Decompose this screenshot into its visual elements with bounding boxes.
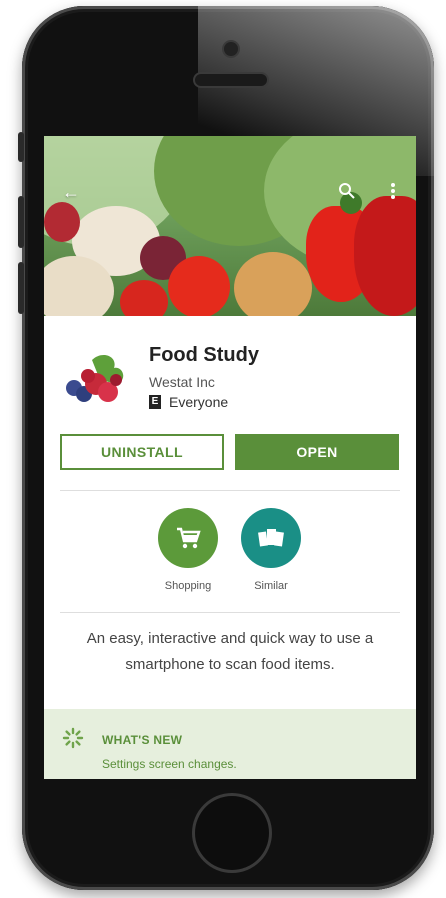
front-camera (224, 42, 238, 56)
volume-up-button (18, 196, 24, 248)
back-arrow-icon[interactable]: ← (62, 182, 80, 202)
whats-new-section[interactable]: WHAT'S NEW Settings screen changes. (44, 709, 416, 779)
divider (60, 612, 400, 613)
mute-switch (18, 132, 24, 162)
feature-banner-image (44, 136, 416, 316)
similar-label: Similar (254, 580, 288, 592)
divider (60, 490, 400, 491)
volume-down-button (18, 262, 24, 314)
app-description[interactable]: An easy, interactive and quick way to us… (60, 626, 400, 678)
content-rating-label: Everyone (169, 394, 229, 410)
home-button[interactable] (195, 796, 269, 870)
earpiece-speaker (195, 74, 267, 86)
search-icon[interactable] (338, 182, 356, 204)
more-vert-icon[interactable] (390, 182, 396, 204)
whats-new-text: Settings screen changes. (102, 757, 237, 771)
app-icon (66, 354, 124, 402)
canvas: ← Food Study Westat Inc E Everyone UNINS… (0, 0, 446, 898)
shopping-category-button[interactable] (158, 508, 218, 568)
whats-new-title: WHAT'S NEW (102, 733, 183, 747)
shopping-label: Shopping (164, 580, 212, 592)
content-rating: E Everyone (149, 394, 228, 410)
loading-spinner-icon (62, 727, 84, 749)
uninstall-button[interactable]: UNINSTALL (60, 434, 224, 470)
open-button[interactable]: OPEN (235, 434, 399, 470)
developer-name[interactable]: Westat Inc (149, 374, 215, 390)
shopping-cart-icon (177, 527, 201, 549)
app-title: Food Study (149, 344, 259, 366)
screen: ← Food Study Westat Inc E Everyone UNINS… (44, 136, 416, 779)
esrb-rating-icon: E (149, 395, 161, 409)
similar-apps-button[interactable] (241, 508, 301, 568)
similar-cards-icon (258, 529, 284, 547)
